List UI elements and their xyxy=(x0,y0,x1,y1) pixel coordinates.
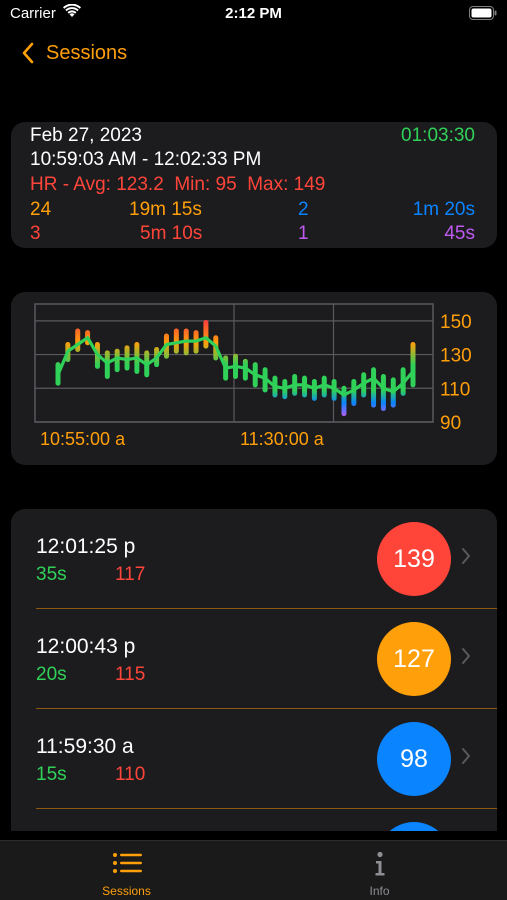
chevron-right-icon xyxy=(462,648,470,664)
session-time: 12:00:43 p xyxy=(36,635,136,658)
chart-line xyxy=(56,336,415,397)
list-item[interactable]: 12:01:25 p 35s 117 139 xyxy=(11,509,497,609)
session-min-hr: 117 xyxy=(115,564,146,585)
y-tick-label: 150 xyxy=(440,312,472,333)
session-time: 11:59:30 a xyxy=(36,735,134,758)
chart-range-bars xyxy=(55,320,416,417)
zone-count: 2 xyxy=(298,199,309,220)
session-min-hr: 110 xyxy=(115,764,146,785)
total-duration: 01:03:30 xyxy=(401,125,475,146)
zone-duration: 5m 10s xyxy=(140,223,203,244)
zone-count: 24 xyxy=(30,199,52,220)
info-icon xyxy=(375,851,384,876)
chart-y-tick-labels: 150 130 110 90 xyxy=(440,312,472,434)
hr-badge: 98 xyxy=(377,722,451,796)
y-tick-label: 130 xyxy=(440,346,472,367)
back-button[interactable]: Sessions xyxy=(22,38,127,68)
session-duration: 15s xyxy=(36,764,67,785)
y-tick-label: 110 xyxy=(440,379,470,400)
chevron-left-icon xyxy=(22,42,34,64)
heart-rate-chart-card: 150 130 110 90 10:55:00 a 11:30:00 a xyxy=(11,292,497,465)
y-tick-label: 90 xyxy=(440,413,461,434)
session-duration: 35s xyxy=(36,564,67,585)
session-min-hr: 115 xyxy=(115,664,146,685)
back-label: Sessions xyxy=(46,41,128,64)
session-time: 12:01:25 p xyxy=(36,535,136,558)
zone-duration: 19m 15s xyxy=(129,199,202,220)
time-range: 10:59:03 AM - 12:02:33 PM xyxy=(30,149,262,170)
hr-stats: HR - Avg: 123.2 Min: 95 Max: 149 xyxy=(30,174,326,195)
tab-sessions[interactable]: Sessions xyxy=(0,841,253,900)
hr-badge: 139 xyxy=(377,522,451,596)
session-duration: 20s xyxy=(36,664,67,685)
session-list: 12:01:25 p 35s 117 139 12:00:43 p 20s 11… xyxy=(11,509,497,831)
list-item[interactable]: 11:59:30 a 15s 110 98 xyxy=(11,709,497,809)
session-date: Feb 27, 2023 xyxy=(30,125,142,146)
status-bar: Carrier 2:12 PM xyxy=(0,0,507,30)
chevron-right-icon xyxy=(462,548,470,564)
x-tick-label: 10:55:00 a xyxy=(40,429,126,449)
tab-bar: Sessions Info xyxy=(0,840,507,900)
zone-duration: 1m 20s xyxy=(412,199,475,220)
battery-icon xyxy=(469,6,497,20)
zone-duration: 45s xyxy=(444,223,475,244)
status-time: 2:12 PM xyxy=(225,5,282,22)
chevron-right-icon xyxy=(462,748,470,764)
tab-label: Info xyxy=(369,884,390,898)
list-icon xyxy=(112,853,142,873)
zone-count: 1 xyxy=(298,223,309,244)
hr-badge: 127 xyxy=(377,622,451,696)
list-item[interactable] xyxy=(11,809,497,831)
screen: Carrier 2:12 PM Sessions Feb 27, 2023 01… xyxy=(0,0,507,900)
hr-line xyxy=(56,336,415,397)
tab-info[interactable]: Info xyxy=(253,841,506,900)
hr-badge xyxy=(377,822,451,831)
heart-rate-chart: 150 130 110 90 10:55:00 a 11:30:00 a xyxy=(34,303,472,449)
chart-x-tick-labels: 10:55:00 a 11:30:00 a xyxy=(40,429,325,449)
summary-card: Feb 27, 2023 01:03:30 10:59:03 AM - 12:0… xyxy=(11,122,497,248)
zone-count: 3 xyxy=(30,223,41,244)
list-item[interactable]: 12:00:43 p 20s 115 127 xyxy=(11,609,497,709)
tab-label: Sessions xyxy=(102,884,151,898)
x-tick-label: 11:30:00 a xyxy=(240,429,325,449)
